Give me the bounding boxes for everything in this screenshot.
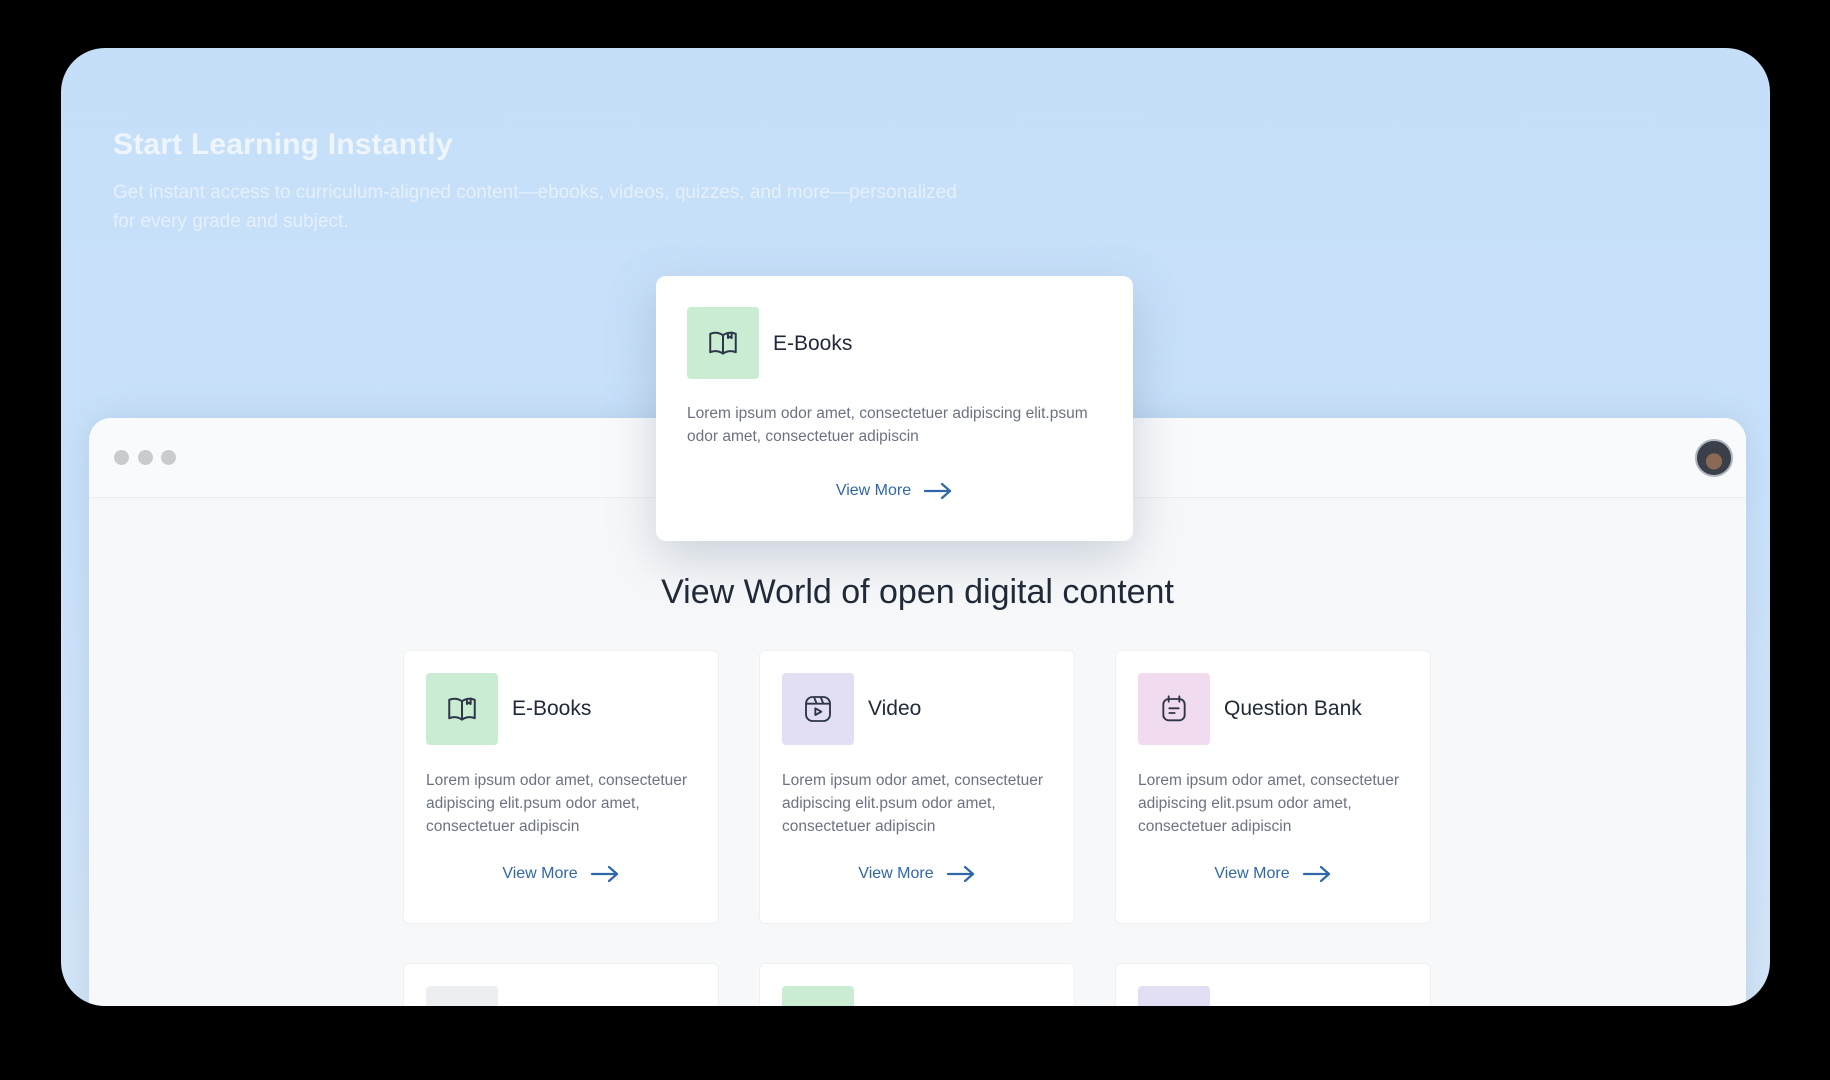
icon-tile <box>1138 673 1210 745</box>
card-title: E-Books <box>773 332 853 355</box>
view-more-link[interactable]: View More <box>760 865 1074 883</box>
window-dot-icon[interactable] <box>138 450 153 465</box>
card-description: Lorem ipsum odor amet, consectetuer adip… <box>426 772 688 835</box>
avatar[interactable] <box>1695 439 1733 477</box>
content-card-partial[interactable] <box>1115 963 1431 1006</box>
icon-tile <box>782 986 854 1006</box>
video-icon <box>805 696 831 722</box>
card-description: Lorem ipsum odor amet, consectetuer adip… <box>782 772 1044 835</box>
icon-tile <box>426 673 498 745</box>
card-description: Lorem ipsum odor amet, consectetuer adip… <box>687 405 1088 445</box>
window-dot-icon[interactable] <box>161 450 176 465</box>
arrow-right-icon <box>1302 865 1330 883</box>
view-more-link[interactable]: View More <box>404 865 718 883</box>
view-more-link[interactable]: View More <box>1116 865 1430 883</box>
content-card-partial[interactable] <box>759 963 1075 1006</box>
book-icon <box>709 331 737 355</box>
card-title: Question Bank <box>1224 697 1362 720</box>
content-card-ebooks[interactable]: E-Books Lorem ipsum odor amet, consectet… <box>403 650 719 924</box>
icon-tile <box>782 673 854 745</box>
view-more-label: View More <box>502 865 578 882</box>
question-bank-icon <box>1162 695 1186 722</box>
section-title: View World of open digital content <box>661 573 1174 611</box>
hero-subtitle: Get instant access to curriculum-aligned… <box>113 182 957 232</box>
page-stage: Start Learning Instantly Get instant acc… <box>61 48 1770 1006</box>
card-title: E-Books <box>512 697 592 720</box>
arrow-right-icon <box>590 865 618 883</box>
content-card-video[interactable]: Video Lorem ipsum odor amet, consectetue… <box>759 650 1075 924</box>
card-description: Lorem ipsum odor amet, consectetuer adip… <box>1138 772 1400 835</box>
view-more-link[interactable]: View More <box>656 482 1133 500</box>
icon-tile <box>687 307 759 379</box>
content-card-partial[interactable] <box>403 963 719 1006</box>
view-more-label: View More <box>835 482 912 499</box>
book-icon <box>448 697 476 721</box>
hero-title: Start Learning Instantly <box>113 128 453 161</box>
card-title: Video <box>868 697 922 720</box>
window-dot-icon[interactable] <box>114 450 129 465</box>
icon-tile <box>426 986 498 1006</box>
view-more-label: View More <box>1214 865 1290 882</box>
view-more-label: View More <box>858 865 934 882</box>
arrow-right-icon <box>946 865 974 883</box>
icon-tile <box>1138 986 1210 1006</box>
content-card-question-bank[interactable]: Question Bank Lorem ipsum odor amet, con… <box>1115 650 1431 924</box>
featured-card-ebooks[interactable]: E-Books Lorem ipsum odor amet, consectet… <box>656 276 1133 541</box>
arrow-right-icon <box>924 482 952 500</box>
